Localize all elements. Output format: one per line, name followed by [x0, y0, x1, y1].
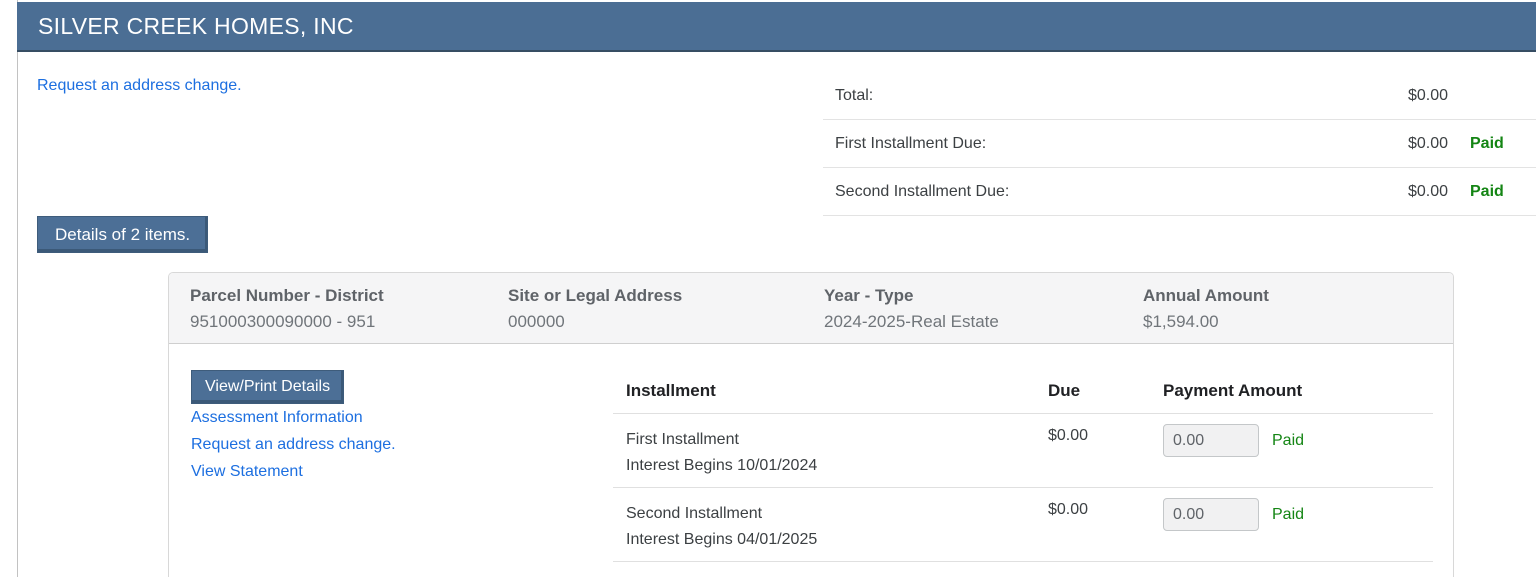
- left-divider: [17, 0, 18, 577]
- paid-status-label: Paid: [1272, 498, 1304, 531]
- payment-amount-input[interactable]: [1163, 424, 1259, 457]
- summary-table: Total: $0.00 First Installment Due: $0.0…: [823, 72, 1536, 216]
- column-value: $1,594.00: [1143, 312, 1453, 332]
- column-header-installment: Installment: [613, 381, 1048, 401]
- details-toggle-button[interactable]: Details of 2 items.: [37, 216, 208, 253]
- page: SILVER CREEK HOMES, INC Request an addre…: [0, 0, 1536, 577]
- paid-status-label: Paid: [1272, 424, 1304, 457]
- installment-due-cell: $0.00: [1048, 488, 1163, 561]
- installment-name: First Installment: [626, 427, 1048, 453]
- installment-due-cell: $0.00: [1048, 414, 1163, 487]
- summary-amount: $0.00: [1368, 183, 1448, 201]
- view-statement-link[interactable]: View Statement: [191, 463, 303, 481]
- column-value: 951000300090000 - 951: [190, 312, 508, 332]
- installment-name: Second Installment: [626, 501, 1048, 527]
- summary-row-total: Total: $0.00: [823, 72, 1536, 120]
- column-header-due: Due: [1048, 381, 1163, 401]
- parcel-card-header: Parcel Number - District 951000300090000…: [169, 273, 1453, 344]
- column-label: Annual Amount: [1143, 286, 1453, 306]
- summary-label: Second Installment Due:: [823, 183, 1368, 201]
- installment-payment-cell: Paid: [1163, 488, 1433, 561]
- table-row-first-installment: First Installment Interest Begins 10/01/…: [613, 414, 1433, 488]
- installment-note: Interest Begins 10/01/2024: [626, 453, 1048, 479]
- year-type-column: Year - Type 2024-2025-Real Estate: [824, 286, 1143, 343]
- installment-note: Interest Begins 04/01/2025: [626, 527, 1048, 553]
- column-label: Site or Legal Address: [508, 286, 824, 306]
- column-label: Year - Type: [824, 286, 1143, 306]
- column-header-payment-amount: Payment Amount: [1163, 381, 1433, 401]
- installments-table: Installment Due Payment Amount First Ins…: [613, 369, 1433, 562]
- status-badge: Paid: [1448, 135, 1536, 153]
- summary-label: Total:: [823, 87, 1368, 105]
- installment-payment-cell: Paid: [1163, 414, 1433, 487]
- view-print-details-button[interactable]: View/Print Details: [191, 370, 344, 404]
- column-value: 2024-2025-Real Estate: [824, 312, 1143, 332]
- column-value: 000000: [508, 312, 824, 332]
- annual-amount-column: Annual Amount $1,594.00: [1143, 286, 1453, 343]
- account-header-bar: SILVER CREEK HOMES, INC: [17, 2, 1536, 52]
- address-change-link[interactable]: Request an address change.: [191, 436, 396, 454]
- column-label: Parcel Number - District: [190, 286, 508, 306]
- site-address-column: Site or Legal Address 000000: [508, 286, 824, 343]
- parcel-card: Parcel Number - District 951000300090000…: [168, 272, 1454, 577]
- summary-row-second-installment: Second Installment Due: $0.00 Paid: [823, 168, 1536, 216]
- summary-label: First Installment Due:: [823, 135, 1368, 153]
- page-title: SILVER CREEK HOMES, INC: [38, 13, 354, 40]
- summary-row-first-installment: First Installment Due: $0.00 Paid: [823, 120, 1536, 168]
- installment-name-cell: First Installment Interest Begins 10/01/…: [613, 414, 1048, 487]
- status-badge: Paid: [1448, 183, 1536, 201]
- assessment-information-link[interactable]: Assessment Information: [191, 409, 363, 427]
- summary-amount: $0.00: [1368, 87, 1448, 105]
- table-row-second-installment: Second Installment Interest Begins 04/01…: [613, 488, 1433, 562]
- summary-amount: $0.00: [1368, 135, 1448, 153]
- installment-name-cell: Second Installment Interest Begins 04/01…: [613, 488, 1048, 561]
- address-change-link[interactable]: Request an address change.: [37, 77, 242, 95]
- installments-table-header: Installment Due Payment Amount: [613, 369, 1433, 414]
- payment-amount-input[interactable]: [1163, 498, 1259, 531]
- parcel-number-column: Parcel Number - District 951000300090000…: [190, 286, 508, 343]
